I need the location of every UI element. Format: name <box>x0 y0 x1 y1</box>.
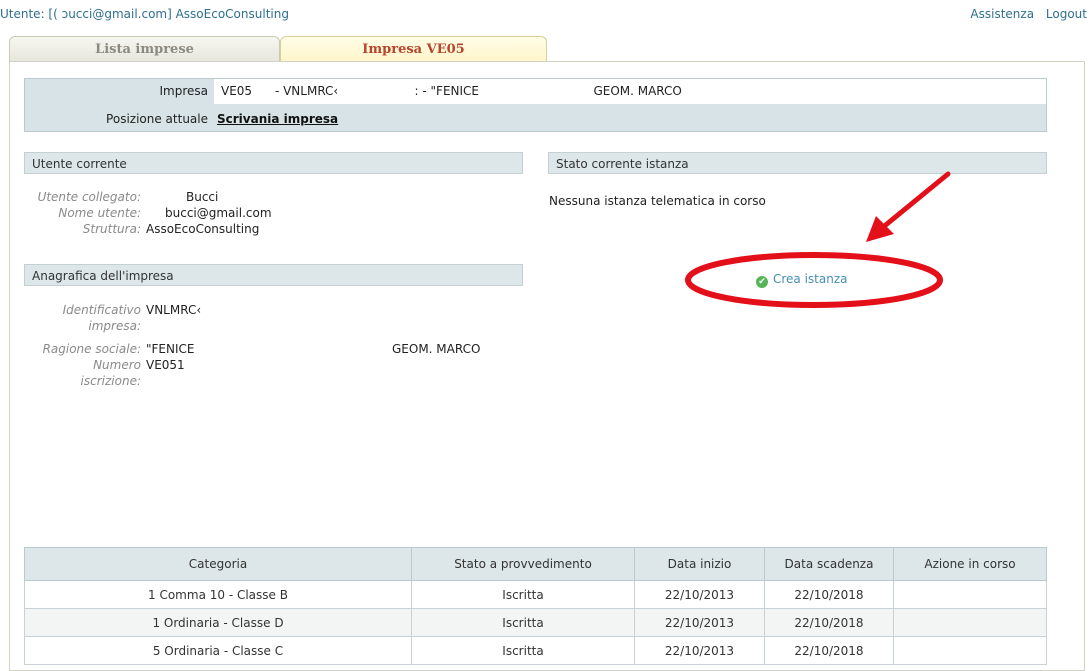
stato-istanza-header: Stato corrente istanza <box>548 152 1047 174</box>
red-arrow-annotation <box>866 171 951 242</box>
impresa-value: VE05 - VNLMRC‹ : - "FENICE GEOM. MARCO <box>221 84 682 98</box>
struttura-label: Struttura: <box>82 222 141 236</box>
ragione-sociale-value-2: GEOM. MARCO <box>392 342 481 356</box>
tab-impresa[interactable]: Impresa VE05 <box>280 36 547 62</box>
col-stato: Stato a provvedimento <box>411 547 635 581</box>
anagrafica-header: Anagrafica dell'impresa <box>24 264 523 286</box>
cell-data-scadenza: 22/10/2018 <box>764 636 894 665</box>
numero-label-2: iscrizione: <box>80 374 141 388</box>
cell-stato: Iscritta <box>411 636 635 665</box>
assistenza-link[interactable]: Assistenza <box>970 7 1034 21</box>
cell-data-inizio: 22/10/2013 <box>634 608 765 637</box>
cell-data-inizio: 22/10/2013 <box>634 636 765 665</box>
anagrafica-details: Identificativo impresa: VNLMRC‹ Ragione … <box>0 303 520 403</box>
identificativo-label-1: Identificativo <box>62 303 141 317</box>
utente-collegato-value: Bucci <box>186 190 219 204</box>
top-bar: Utente: [( ɔucci@gmail.com] AssoEcoConsu… <box>0 7 1090 23</box>
top-links: Assistenza Logout <box>962 7 1087 21</box>
cell-categoria: 5 Ordinaria - Classe C <box>24 636 412 665</box>
col-azione: Azione in corso <box>893 547 1047 581</box>
impresa-label: Impresa <box>159 84 208 98</box>
posizione-row: Posizione attuale Scrivania impresa <box>25 109 1046 129</box>
ragione-sociale-label: Ragione sociale: <box>42 342 141 356</box>
table-row[interactable]: 1 Comma 10 - Classe B Iscritta 22/10/201… <box>24 580 1047 609</box>
cell-categoria: 1 Ordinaria - Classe D <box>24 608 412 637</box>
numero-label-1: Numero <box>93 358 141 372</box>
utente-corrente-details: Utente collegato: Bucci Nome utente: buc… <box>0 190 520 250</box>
nome-utente-value: bucci@gmail.com <box>165 206 272 220</box>
cell-azione <box>893 580 1047 609</box>
posizione-label: Posizione attuale <box>106 112 208 126</box>
cell-azione <box>893 636 1047 665</box>
cell-data-inizio: 22/10/2013 <box>634 580 765 609</box>
identificativo-label-2: impresa: <box>88 319 141 333</box>
utente-collegato-label: Utente collegato: <box>37 190 141 204</box>
col-categoria: Categoria <box>24 547 412 581</box>
posizione-link[interactable]: Scrivania impresa <box>217 109 338 129</box>
nome-utente-label: Nome utente: <box>58 206 141 220</box>
table-header-row: Categoria Stato a provvedimento Data ini… <box>24 547 1047 581</box>
stato-istanza-message: Nessuna istanza telematica in corso <box>549 194 766 208</box>
cell-stato: Iscritta <box>411 580 635 609</box>
checkmark-icon: ✔ <box>756 276 768 288</box>
current-user-text: Utente: [( ɔucci@gmail.com] AssoEcoConsu… <box>0 7 289 21</box>
utente-corrente-header: Utente corrente <box>24 152 523 174</box>
logout-link[interactable]: Logout <box>1046 7 1087 21</box>
col-data-inizio: Data inizio <box>634 547 765 581</box>
identificativo-value: VNLMRC‹ <box>146 303 202 317</box>
impresa-info-box: Impresa VE05 - VNLMRC‹ : - "FENICE GEOM.… <box>24 78 1047 132</box>
col-data-scadenza: Data scadenza <box>764 547 894 581</box>
impresa-row: Impresa VE05 - VNLMRC‹ : - "FENICE GEOM.… <box>25 81 1046 101</box>
cell-data-scadenza: 22/10/2018 <box>764 580 894 609</box>
categorie-table: Categoria Stato a provvedimento Data ini… <box>24 547 1047 665</box>
cell-categoria: 1 Comma 10 - Classe B <box>24 580 412 609</box>
ragione-sociale-value: "FENICE <box>146 342 195 356</box>
cell-data-scadenza: 22/10/2018 <box>764 608 894 637</box>
table-row[interactable]: 5 Ordinaria - Classe C Iscritta 22/10/20… <box>24 636 1047 665</box>
table-row[interactable]: 1 Ordinaria - Classe D Iscritta 22/10/20… <box>24 608 1047 637</box>
cell-stato: Iscritta <box>411 608 635 637</box>
crea-istanza-button[interactable]: ✔ Crea istanza <box>756 272 848 288</box>
numero-value: VE051 <box>146 358 185 372</box>
cell-azione <box>893 608 1047 637</box>
struttura-value: AssoEcoConsulting <box>146 222 260 236</box>
crea-istanza-label: Crea istanza <box>773 272 848 286</box>
tab-lista-imprese[interactable]: Lista imprese <box>9 36 280 62</box>
